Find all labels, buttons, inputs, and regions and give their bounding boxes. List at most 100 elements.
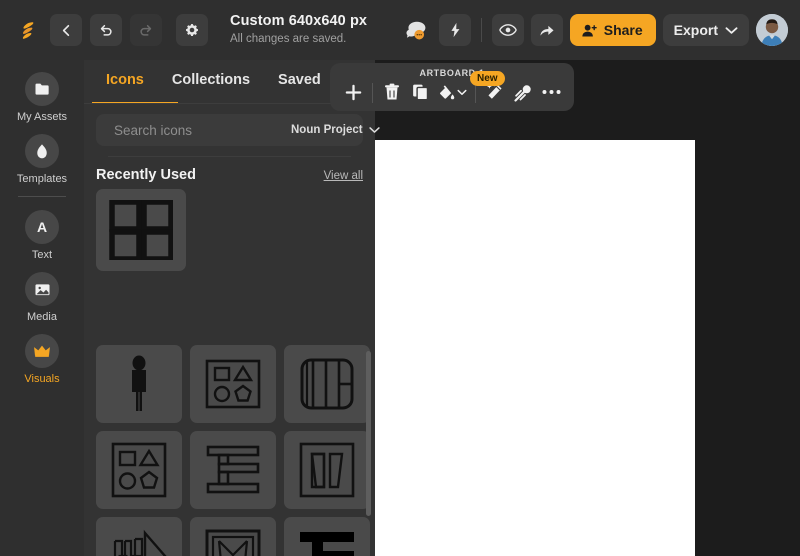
toolbar-divider <box>475 83 476 103</box>
folder-icon <box>25 72 59 106</box>
gear-icon <box>186 23 198 36</box>
share-arrow-icon <box>540 25 554 36</box>
sidebar-item-visuals[interactable]: Visuals <box>0 334 84 385</box>
visuals-panel: Icons Collections Saved Noun Project <box>84 60 380 556</box>
top-header-bar: Custom 640x640 px All changes are saved. <box>0 0 800 60</box>
list-item[interactable] <box>284 345 370 423</box>
redo-icon <box>140 24 152 36</box>
image-icon <box>25 272 59 306</box>
trash-icon <box>385 83 399 100</box>
effects-button[interactable] <box>438 14 471 46</box>
toolbar-divider <box>372 83 373 103</box>
header-divider <box>480 18 482 42</box>
undo-button[interactable] <box>90 14 122 46</box>
document-title-group: Custom 640x640 px All changes are saved. <box>230 13 367 46</box>
standing-person-icon <box>132 355 146 411</box>
duplicate-button[interactable] <box>407 78 433 106</box>
left-rail-nav: My Assets Templates A Text Media Visuals <box>0 60 84 556</box>
list-item[interactable] <box>190 431 276 509</box>
list-item[interactable] <box>284 431 370 509</box>
recently-used-header: Recently Used View all <box>84 157 375 183</box>
recently-used-list <box>84 183 375 271</box>
fill-color-button[interactable] <box>435 78 469 106</box>
page-title: Custom 640x640 px <box>230 13 368 30</box>
preview-button[interactable] <box>491 14 524 46</box>
list-item[interactable] <box>190 517 276 556</box>
search-input[interactable] <box>114 122 291 138</box>
list-item[interactable] <box>96 189 186 271</box>
copy-icon <box>412 84 428 101</box>
tulip-in-square-icon <box>205 529 261 556</box>
tab-collections[interactable]: Collections <box>158 60 264 104</box>
tab-saved[interactable]: Saved <box>264 60 335 104</box>
double-leaf-icon <box>299 442 355 498</box>
comment-bubble-icon <box>406 21 426 39</box>
wang-character-icon <box>206 445 260 494</box>
drop-icon <box>25 134 59 168</box>
delete-button[interactable] <box>379 78 405 106</box>
ellipsis-icon <box>541 90 561 94</box>
icon-source-select[interactable]: Noun Project <box>291 124 380 136</box>
ai-effects-button[interactable] <box>510 78 536 106</box>
save-status-text: All changes are saved. <box>230 32 347 45</box>
sidebar-item-media[interactable]: Media <box>0 272 84 323</box>
four-squares-grid-icon <box>109 200 173 260</box>
settings-button[interactable] <box>176 14 208 46</box>
chevron-left-icon <box>62 24 69 36</box>
view-all-link[interactable]: View all <box>324 170 363 182</box>
comments-button[interactable] <box>400 14 432 46</box>
rounded-panels-icon <box>300 358 354 410</box>
chevron-down-icon <box>456 89 467 95</box>
shapes-in-frame-outline-icon <box>205 359 261 409</box>
paint-bucket-icon <box>439 84 454 99</box>
redo-button[interactable] <box>130 14 162 46</box>
sidebar-item-label: Media <box>27 311 57 323</box>
sidebar-item-label: My Assets <box>16 111 68 123</box>
header-left-group: Custom 640x640 px All changes are saved. <box>0 13 367 46</box>
back-button[interactable] <box>50 14 82 46</box>
section-title: Recently Used <box>96 167 196 183</box>
list-item[interactable] <box>96 431 182 509</box>
artboard-toolbar: ARTBOARD 1 <box>330 63 574 111</box>
sidebar-item-my-assets[interactable]: My Assets <box>0 72 84 123</box>
undo-icon <box>100 24 112 36</box>
shapes-in-square-icon <box>111 442 167 498</box>
avatar[interactable] <box>756 14 788 46</box>
snappa-logo-icon[interactable] <box>14 16 42 44</box>
lightning-bolt-icon <box>451 22 460 38</box>
artboard-label: ARTBOARD 1 <box>419 68 485 78</box>
artboard-canvas[interactable] <box>375 140 695 556</box>
sidebar-item-label: Text <box>31 249 53 261</box>
list-item[interactable] <box>96 517 182 556</box>
wang-character-solid-icon <box>300 532 354 556</box>
header-right-group: Share Export <box>400 14 800 46</box>
sidebar-item-templates[interactable]: Templates <box>0 134 84 185</box>
icon-grid <box>84 337 375 556</box>
list-item[interactable] <box>284 517 370 556</box>
comet-icon <box>513 84 531 102</box>
list-item[interactable] <box>96 345 182 423</box>
add-person-icon <box>582 24 597 36</box>
canvas-area[interactable] <box>375 60 800 556</box>
icon-results-grid[interactable] <box>84 337 375 556</box>
panel-scrollbar[interactable] <box>366 351 371 516</box>
list-item[interactable] <box>190 345 276 423</box>
publish-button[interactable] <box>530 14 563 46</box>
tab-icons[interactable]: Icons <box>92 60 158 104</box>
eye-icon <box>498 24 517 36</box>
arrow-letters-icon <box>113 529 167 556</box>
add-artboard-button[interactable] <box>340 78 366 106</box>
sidebar-item-text[interactable]: A Text <box>0 210 84 261</box>
export-button[interactable]: Export <box>662 14 749 46</box>
plus-icon <box>345 84 361 100</box>
chevron-down-icon <box>368 127 380 133</box>
rail-divider <box>18 196 66 197</box>
share-button[interactable]: Share <box>569 14 656 46</box>
new-feature-badge: New <box>470 71 505 86</box>
search-box[interactable]: Noun Project <box>96 114 380 146</box>
search-row: Noun Project <box>84 104 380 157</box>
chevron-down-icon <box>725 26 738 34</box>
export-label: Export <box>673 22 718 38</box>
more-options-button[interactable] <box>538 78 564 106</box>
letter-a-icon: A <box>25 210 59 244</box>
